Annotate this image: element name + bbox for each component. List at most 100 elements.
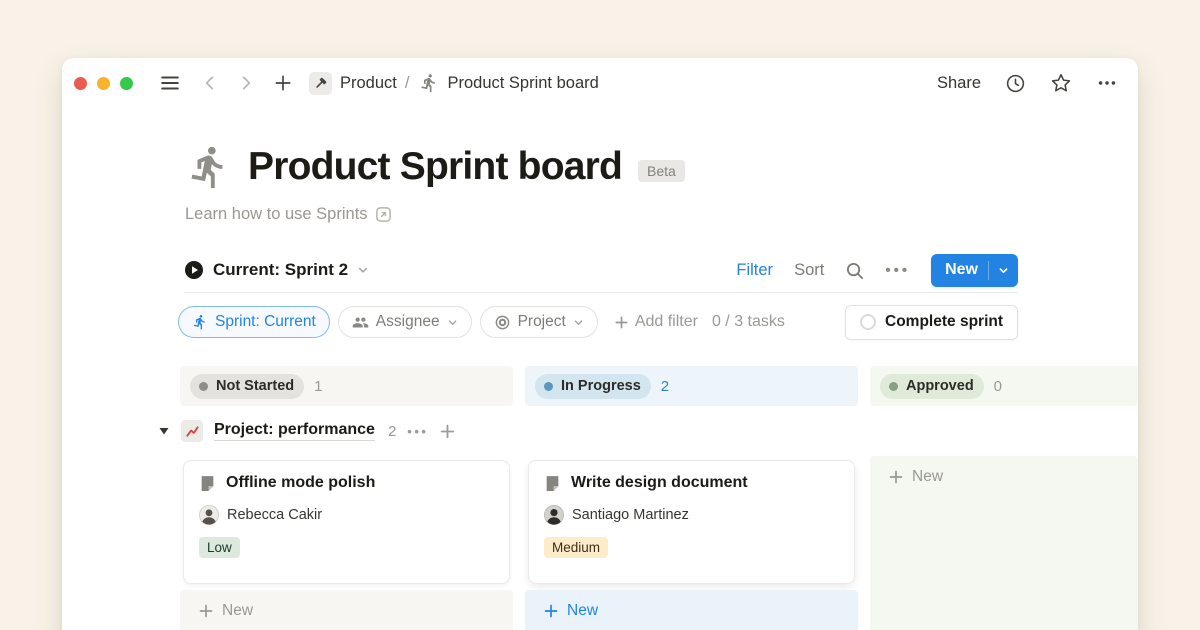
- add-page-icon[interactable]: [273, 73, 293, 93]
- runner-icon: [419, 73, 439, 93]
- view-toolbar: Current: Sprint 2 Filter Sort ••• New: [184, 252, 1018, 288]
- project-filter-label: Project: [518, 313, 566, 331]
- status-pill-not-started[interactable]: Not Started: [190, 374, 304, 399]
- people-icon: [352, 314, 369, 331]
- task-progress: 0 / 3 tasks: [712, 313, 785, 331]
- sort-button[interactable]: Sort: [794, 261, 824, 280]
- favorite-star-icon[interactable]: [1050, 72, 1072, 94]
- forward-button[interactable]: [237, 74, 255, 92]
- view-more-icon[interactable]: •••: [885, 262, 910, 279]
- add-filter-button[interactable]: Add filter: [614, 313, 698, 331]
- chevron-down-icon: [357, 264, 369, 276]
- filter-button[interactable]: Filter: [736, 261, 773, 280]
- card-assignee: Santiago Martinez: [544, 505, 839, 525]
- priority-tag: Low: [199, 537, 240, 558]
- chart-icon: [181, 420, 203, 442]
- not-started-column-footer: New: [180, 590, 513, 630]
- plus-icon: [888, 469, 904, 485]
- new-card-button-approved[interactable]: New: [870, 456, 1138, 498]
- card-title: Offline mode polish: [226, 474, 375, 492]
- external-link-icon: [375, 206, 392, 223]
- column-count: 2: [661, 378, 669, 395]
- new-card-button-in-progress[interactable]: New: [525, 590, 858, 630]
- chevron-down-icon: [447, 317, 458, 328]
- status-pill-in-progress[interactable]: In Progress: [535, 374, 651, 399]
- hammer-icon[interactable]: [309, 72, 332, 95]
- help-link[interactable]: Learn how to use Sprints: [185, 205, 392, 224]
- page-doc-icon: [199, 475, 216, 492]
- group-add-icon[interactable]: [439, 423, 456, 440]
- status-pill-approved[interactable]: Approved: [880, 374, 984, 399]
- group-more-icon[interactable]: •••: [407, 424, 428, 439]
- avatar: [544, 505, 564, 525]
- plus-icon: [198, 603, 214, 619]
- minimize-window-button[interactable]: [97, 77, 110, 90]
- window-titlebar: Product / Product Sprint board Share: [62, 58, 1138, 108]
- new-card-label: New: [222, 602, 253, 620]
- sprint-filter-chip[interactable]: Sprint: Current: [178, 306, 330, 338]
- assignee-name: Rebecca Cakir: [227, 507, 322, 523]
- breadcrumb: Product / Product Sprint board: [309, 72, 599, 95]
- breadcrumb-separator: /: [405, 74, 410, 93]
- page-runner-icon[interactable]: [186, 144, 232, 190]
- toolbar-divider: [184, 292, 1018, 293]
- more-options-icon[interactable]: [1096, 72, 1118, 94]
- sprint-selector-label: Current: Sprint 2: [213, 260, 348, 280]
- target-icon: [494, 314, 511, 331]
- assignee-name: Santiago Martinez: [572, 507, 689, 523]
- new-card-button-not-started[interactable]: New: [180, 590, 513, 630]
- column-header-approved: Approved 0: [870, 366, 1138, 406]
- project-filter-chip[interactable]: Project: [480, 306, 598, 338]
- column-name: In Progress: [561, 378, 641, 394]
- plus-icon: [543, 603, 559, 619]
- app-window: Product / Product Sprint board Share Pr: [62, 58, 1138, 630]
- group-title[interactable]: Project: performance: [214, 421, 375, 441]
- page-doc-icon: [544, 475, 561, 492]
- page-header: Product Sprint board Beta: [186, 144, 685, 190]
- help-link-label: Learn how to use Sprints: [185, 205, 368, 224]
- priority-tag: Medium: [544, 537, 608, 558]
- column-name: Not Started: [216, 378, 294, 394]
- sidebar-menu-icon[interactable]: [159, 72, 181, 94]
- sprint-filter-label: Sprint: Current: [215, 313, 316, 331]
- new-button[interactable]: New: [931, 254, 1018, 287]
- collapse-triangle-icon[interactable]: [158, 425, 170, 437]
- approved-column-body: New: [870, 456, 1138, 630]
- page-title[interactable]: Product Sprint board: [248, 145, 622, 189]
- history-clock-icon[interactable]: [1005, 73, 1026, 94]
- in-progress-column-footer: New: [525, 590, 858, 630]
- task-card-offline-mode-polish[interactable]: Offline mode polish Rebecca Cakir Low: [183, 460, 510, 584]
- sprint-selector[interactable]: Current: Sprint 2: [184, 260, 369, 280]
- progress-circle-icon: [860, 314, 876, 330]
- group-header: Project: performance 2 •••: [158, 417, 456, 445]
- search-icon[interactable]: [845, 261, 864, 280]
- column-header-in-progress: In Progress 2: [525, 366, 858, 406]
- chevron-down-icon: [573, 317, 584, 328]
- column-count: 0: [994, 378, 1002, 395]
- complete-sprint-button[interactable]: Complete sprint: [845, 305, 1018, 340]
- close-window-button[interactable]: [74, 77, 87, 90]
- new-button-label: New: [931, 261, 988, 279]
- breadcrumb-current[interactable]: Product Sprint board: [447, 74, 598, 93]
- card-assignee: Rebecca Cakir: [199, 505, 494, 525]
- runner-icon: [192, 314, 208, 330]
- new-button-chevron-icon[interactable]: [988, 261, 1018, 280]
- status-dot: [889, 382, 898, 391]
- avatar: [199, 505, 219, 525]
- share-button[interactable]: Share: [937, 74, 981, 93]
- assignee-filter-chip[interactable]: Assignee: [338, 306, 472, 338]
- plus-icon: [614, 315, 629, 330]
- filter-bar: Sprint: Current Assignee Project Add fil…: [178, 304, 1018, 340]
- new-card-label: New: [912, 468, 943, 486]
- new-card-label: New: [567, 602, 598, 620]
- breadcrumb-parent[interactable]: Product: [340, 74, 397, 93]
- column-count: 1: [314, 378, 322, 395]
- column-name: Approved: [906, 378, 974, 394]
- group-count: 2: [388, 423, 396, 440]
- column-header-not-started: Not Started 1: [180, 366, 513, 406]
- task-card-write-design-document[interactable]: Write design document Santiago Martinez …: [528, 460, 855, 584]
- zoom-window-button[interactable]: [120, 77, 133, 90]
- play-circle-icon: [184, 260, 204, 280]
- back-button[interactable]: [201, 74, 219, 92]
- card-title: Write design document: [571, 474, 748, 492]
